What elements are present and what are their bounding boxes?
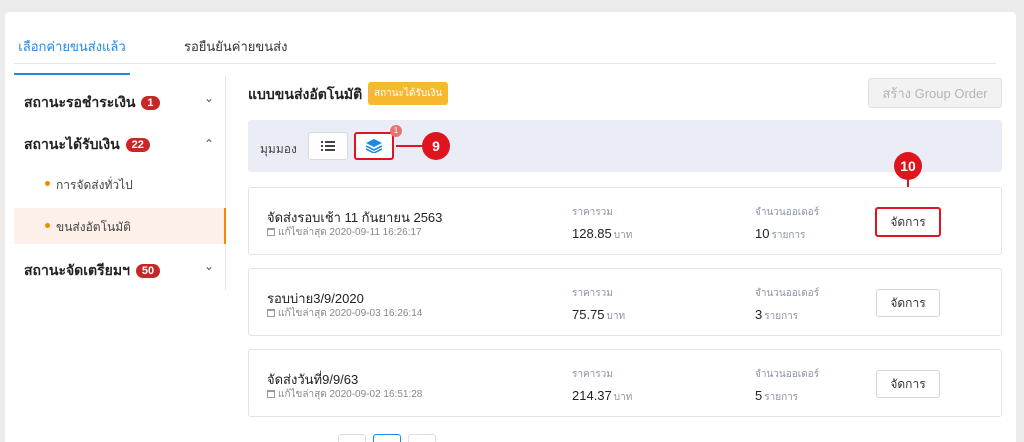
callout-line <box>396 145 422 147</box>
manage-button[interactable]: จัดการ <box>876 289 940 317</box>
sidebar-group-label: สถานะรอชำระเงิน 1 <box>24 92 160 114</box>
order-card: จัดส่งวันที่9/9/63 แก้ไขล่าสุด 2020-09-0… <box>248 349 1002 417</box>
create-group-order-button[interactable]: สร้าง Group Order <box>868 78 1002 108</box>
pagination-prev[interactable] <box>338 434 366 442</box>
manage-button[interactable]: จัดการ <box>875 207 941 237</box>
sidebar-group-paid[interactable]: สถานะได้รับเงิน 22 ⌃ <box>14 126 226 160</box>
notification-badge: 1 <box>390 125 402 137</box>
count-badge: 50 <box>135 264 161 278</box>
sidebar-item-general-shipping[interactable]: การจัดส่งทั่วไป <box>14 166 226 202</box>
order-price: ราคารวม 214.37 บาท <box>572 369 633 403</box>
tab-bar: เลือกค่ายขนส่งแล้ว รอยืนยันค่ายขนส่ง <box>14 24 996 75</box>
list-icon <box>321 141 335 151</box>
order-edited: แก้ไขล่าสุด 2020-09-03 16:26:14 <box>267 306 422 321</box>
status-sidebar: สถานะรอชำระเงิน 1 ⌄ สถานะได้รับเงิน 22 ⌃… <box>14 76 226 290</box>
page-title: แบบขนส่งอัตโนมัติ <box>248 86 363 102</box>
order-quantity: จำนวนออเดอร์ 10 รายการ <box>755 207 820 241</box>
chevron-down-icon: ⌄ <box>203 91 214 105</box>
bullet-icon <box>45 181 50 186</box>
callout-marker-9: 9 <box>422 132 450 160</box>
callout-marker-10: 10 <box>894 152 922 180</box>
order-edited: แก้ไขล่าสุด 2020-09-02 16:51:28 <box>267 387 422 402</box>
group-view-button[interactable] <box>354 132 394 160</box>
order-quantity: จำนวนออเดอร์ 5 รายการ <box>755 369 820 403</box>
main-panel: แบบขนส่งอัตโนมัติ สถานะได้รับเงิน สร้าง … <box>248 76 1002 442</box>
count-badge: 22 <box>125 138 150 152</box>
sidebar-group-label: สถานะได้รับเงิน 22 <box>24 134 150 156</box>
tab-pending-carrier[interactable]: รอยืนยันค่ายขนส่ง <box>184 37 287 75</box>
status-badge: สถานะได้รับเงิน <box>368 82 449 105</box>
order-card: จัดส่งรอบเช้า 11 กันยายน 2563 แก้ไขล่าสุ… <box>248 187 1002 255</box>
sidebar-item-auto-shipping[interactable]: ขนส่งอัตโนมัติ <box>14 208 226 244</box>
sidebar-group-awaiting-payment[interactable]: สถานะรอชำระเงิน 1 ⌄ <box>14 84 226 118</box>
list-view-button[interactable] <box>308 132 348 160</box>
pagination-next[interactable] <box>408 434 436 442</box>
sidebar-group-label: สถานะจัดเตรียมฯ 50 <box>24 260 161 282</box>
calendar-icon <box>267 390 275 398</box>
calendar-icon <box>267 309 275 317</box>
manage-button[interactable]: จัดการ <box>876 370 940 398</box>
view-label: มุมมอง <box>260 142 297 156</box>
order-quantity: จำนวนออเดอร์ 3 รายการ <box>755 288 820 322</box>
order-price: ราคารวม 128.85 บาท <box>572 207 633 241</box>
sidebar-group-preparing[interactable]: สถานะจัดเตรียมฯ 50 ⌄ <box>14 252 226 286</box>
order-price: ราคารวม 75.75 บาท <box>572 288 626 322</box>
order-card: รอบบ่าย3/9/2020 แก้ไขล่าสุด 2020-09-03 1… <box>248 268 1002 336</box>
count-badge: 1 <box>141 96 160 110</box>
chevron-down-icon: ⌄ <box>203 259 214 273</box>
chevron-up-icon: ⌃ <box>203 137 214 151</box>
layers-icon <box>366 139 382 153</box>
bullet-icon <box>45 223 50 228</box>
pagination-current[interactable] <box>373 434 401 442</box>
view-toolbar: มุมมอง 1 9 <box>248 120 1002 172</box>
order-edited: แก้ไขล่าสุด 2020-09-11 16:26:17 <box>267 225 422 240</box>
sidebar-item-label: ขนส่งอัตโนมัติ <box>56 220 131 234</box>
calendar-icon <box>267 228 275 236</box>
sidebar-item-label: การจัดส่งทั่วไป <box>56 178 133 192</box>
tab-selected-carrier[interactable]: เลือกค่ายขนส่งแล้ว <box>14 37 130 75</box>
